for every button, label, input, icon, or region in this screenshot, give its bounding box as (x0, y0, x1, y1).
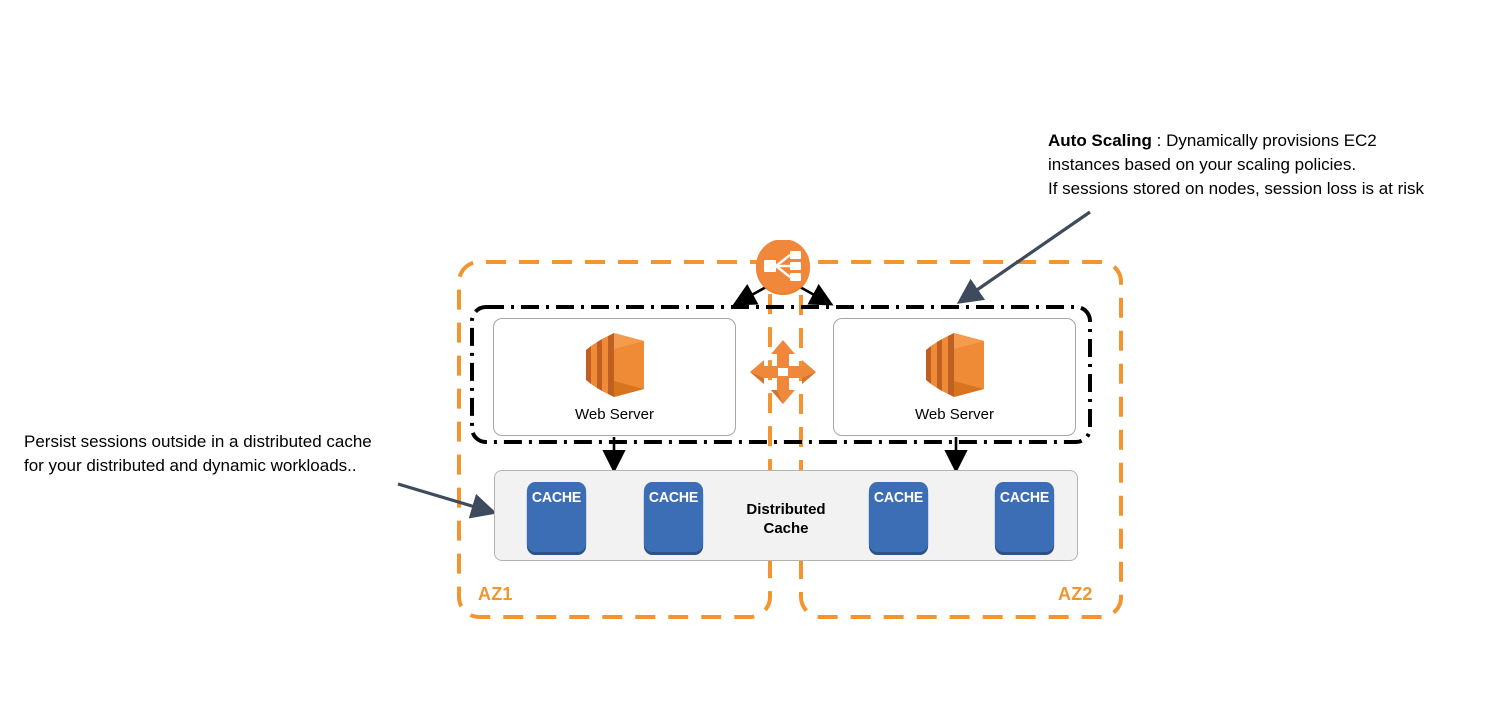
distributed-cache-title-line-2: Cache (763, 520, 809, 537)
web-server-label-az2: Web Server (915, 406, 994, 423)
availability-zone-2-boundary (799, 260, 1123, 619)
elastic-load-balancer-icon[interactable] (755, 240, 811, 296)
web-server-card-az2[interactable]: Web Server (833, 318, 1076, 436)
distributed-cache-title: Distributed Cache (495, 500, 1077, 538)
annotation-persist-arrow (397, 482, 497, 519)
ec2-instances-icon (925, 333, 984, 397)
web-server-card-az1[interactable]: Web Server (493, 318, 736, 436)
multi-directional-arrows-icon (750, 340, 816, 404)
web-server-label-az1: Web Server (575, 406, 654, 423)
distributed-cache-title-line-1: Distributed (746, 501, 826, 518)
distributed-cache-band: CACHE CACHE CACHE CACHE Distributed Cach… (494, 470, 1078, 561)
availability-zone-1-label: AZ1 (478, 584, 513, 604)
annotation-auto-scaling-arrow (956, 210, 1091, 304)
availability-zone-2-label: AZ2 (1058, 584, 1093, 604)
ec2-instances-icon (585, 333, 644, 397)
architecture-diagram: Auto Scaling : Dynamically provisions EC… (0, 0, 1497, 711)
